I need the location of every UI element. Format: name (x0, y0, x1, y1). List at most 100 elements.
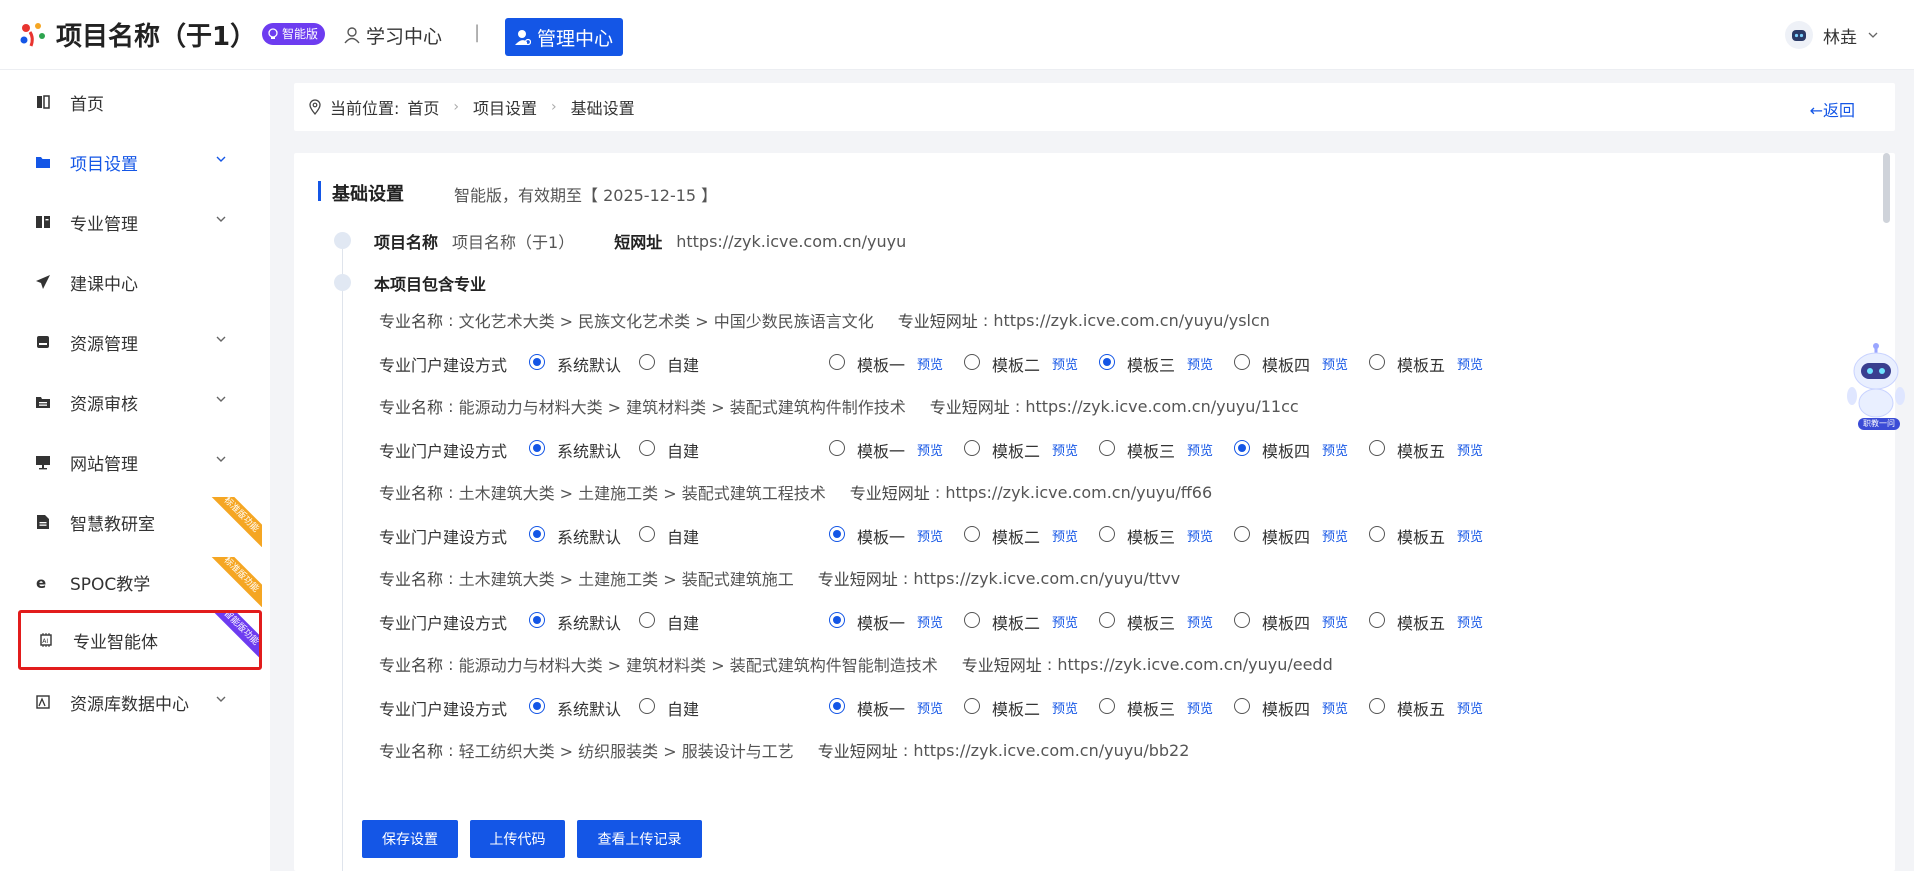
template-preview-link[interactable]: 预览 (917, 526, 943, 545)
nav-manage-center[interactable]: 管理中心 (505, 18, 624, 56)
template-preview-link[interactable]: 预览 (917, 698, 943, 717)
template-radio[interactable] (1099, 440, 1115, 456)
build-option-radio[interactable] (529, 440, 545, 456)
sidebar-item-website-management[interactable]: 网站管理 (18, 437, 262, 487)
sidebar-item-resource-review[interactable]: 资源审核 (18, 377, 262, 427)
template-label[interactable]: 模板五 (1397, 524, 1445, 548)
build-option-label[interactable]: 系统默认 (557, 438, 621, 462)
template-radio[interactable] (964, 698, 980, 714)
sidebar-item-resource-management[interactable]: 资源管理 (18, 317, 262, 367)
template-radio[interactable] (1369, 612, 1385, 628)
template-radio[interactable] (964, 612, 980, 628)
back-link[interactable]: ←返回 (1810, 97, 1855, 121)
template-radio[interactable] (1234, 612, 1250, 628)
sidebar-item-data-center[interactable]: 资源库数据中心 (18, 677, 262, 727)
template-preview-link[interactable]: 预览 (1052, 698, 1078, 717)
save-settings-button[interactable]: 保存设置 (362, 820, 458, 858)
template-label[interactable]: 模板一 (857, 524, 905, 548)
template-label[interactable]: 模板四 (1262, 438, 1310, 462)
template-preview-link[interactable]: 预览 (1322, 354, 1348, 373)
sidebar-item-course-center[interactable]: 建课中心 (18, 257, 262, 307)
template-label[interactable]: 模板二 (992, 696, 1040, 720)
breadcrumb-item-project-settings[interactable]: 项目设置 (473, 95, 537, 119)
template-preview-link[interactable]: 预览 (917, 440, 943, 459)
template-label[interactable]: 模板四 (1262, 524, 1310, 548)
template-label[interactable]: 模板三 (1127, 438, 1175, 462)
build-option-label[interactable]: 系统默认 (557, 610, 621, 634)
sidebar-item-home[interactable]: 首页 (18, 77, 262, 127)
template-radio[interactable] (1369, 440, 1385, 456)
template-radio[interactable] (829, 440, 845, 456)
template-label[interactable]: 模板五 (1397, 438, 1445, 462)
build-option-label[interactable]: 自建 (667, 524, 699, 548)
template-radio[interactable] (1099, 354, 1115, 370)
build-option-radio[interactable] (529, 698, 545, 714)
build-option-radio[interactable] (639, 612, 655, 628)
template-radio[interactable] (1099, 612, 1115, 628)
template-label[interactable]: 模板四 (1262, 352, 1310, 376)
template-label[interactable]: 模板三 (1127, 524, 1175, 548)
template-label[interactable]: 模板四 (1262, 610, 1310, 634)
template-preview-link[interactable]: 预览 (1187, 440, 1213, 459)
template-preview-link[interactable]: 预览 (1187, 354, 1213, 373)
view-upload-records-button[interactable]: 查看上传记录 (577, 820, 702, 858)
sidebar-item-major-agent[interactable]: AI 专业智能体 智能版功能 (18, 610, 262, 670)
template-preview-link[interactable]: 预览 (917, 612, 943, 631)
build-option-radio[interactable] (529, 526, 545, 542)
build-option-label[interactable]: 自建 (667, 352, 699, 376)
template-radio[interactable] (1099, 698, 1115, 714)
template-label[interactable]: 模板五 (1397, 352, 1445, 376)
template-preview-link[interactable]: 预览 (1322, 526, 1348, 545)
breadcrumb-item-home[interactable]: 首页 (407, 95, 439, 119)
template-radio[interactable] (1369, 526, 1385, 542)
build-option-label[interactable]: 系统默认 (557, 352, 621, 376)
template-preview-link[interactable]: 预览 (1187, 526, 1213, 545)
user-menu[interactable]: 林垚 (1785, 20, 1879, 50)
build-option-label[interactable]: 自建 (667, 438, 699, 462)
template-radio[interactable] (829, 612, 845, 628)
template-radio[interactable] (964, 354, 980, 370)
template-radio[interactable] (1234, 354, 1250, 370)
template-preview-link[interactable]: 预览 (1322, 440, 1348, 459)
build-option-label[interactable]: 系统默认 (557, 696, 621, 720)
template-label[interactable]: 模板一 (857, 352, 905, 376)
template-preview-link[interactable]: 预览 (1052, 440, 1078, 459)
template-label[interactable]: 模板三 (1127, 610, 1175, 634)
template-label[interactable]: 模板二 (992, 352, 1040, 376)
template-radio[interactable] (964, 526, 980, 542)
template-label[interactable]: 模板二 (992, 610, 1040, 634)
template-label[interactable]: 模板一 (857, 438, 905, 462)
template-radio[interactable] (1369, 354, 1385, 370)
upload-code-button[interactable]: 上传代码 (470, 820, 565, 858)
template-radio[interactable] (1234, 698, 1250, 714)
template-radio[interactable] (1369, 698, 1385, 714)
template-label[interactable]: 模板四 (1262, 696, 1310, 720)
template-radio[interactable] (1234, 440, 1250, 456)
template-preview-link[interactable]: 预览 (1322, 612, 1348, 631)
template-preview-link[interactable]: 预览 (1052, 526, 1078, 545)
scrollbar[interactable] (1883, 153, 1890, 223)
template-radio[interactable] (1099, 526, 1115, 542)
template-preview-link[interactable]: 预览 (1322, 698, 1348, 717)
nav-learning-center[interactable]: 学习中心 (344, 20, 442, 50)
template-radio[interactable] (1234, 526, 1250, 542)
build-option-label[interactable]: 自建 (667, 696, 699, 720)
template-preview-link[interactable]: 预览 (1457, 354, 1483, 373)
template-radio[interactable] (829, 354, 845, 370)
template-radio[interactable] (829, 526, 845, 542)
template-preview-link[interactable]: 预览 (917, 354, 943, 373)
template-preview-link[interactable]: 预览 (1187, 698, 1213, 717)
template-radio[interactable] (964, 440, 980, 456)
sidebar-item-spoc-teaching[interactable]: e SPOC教学 标准版功能 (18, 557, 262, 607)
template-label[interactable]: 模板三 (1127, 696, 1175, 720)
template-preview-link[interactable]: 预览 (1457, 612, 1483, 631)
build-option-radio[interactable] (639, 440, 655, 456)
template-preview-link[interactable]: 预览 (1187, 612, 1213, 631)
template-preview-link[interactable]: 预览 (1457, 698, 1483, 717)
template-preview-link[interactable]: 预览 (1052, 612, 1078, 631)
build-option-radio[interactable] (639, 354, 655, 370)
build-option-radio[interactable] (529, 354, 545, 370)
template-preview-link[interactable]: 预览 (1052, 354, 1078, 373)
ai-assistant-button[interactable]: 职教一问 (1834, 338, 1914, 433)
build-option-radio[interactable] (639, 698, 655, 714)
